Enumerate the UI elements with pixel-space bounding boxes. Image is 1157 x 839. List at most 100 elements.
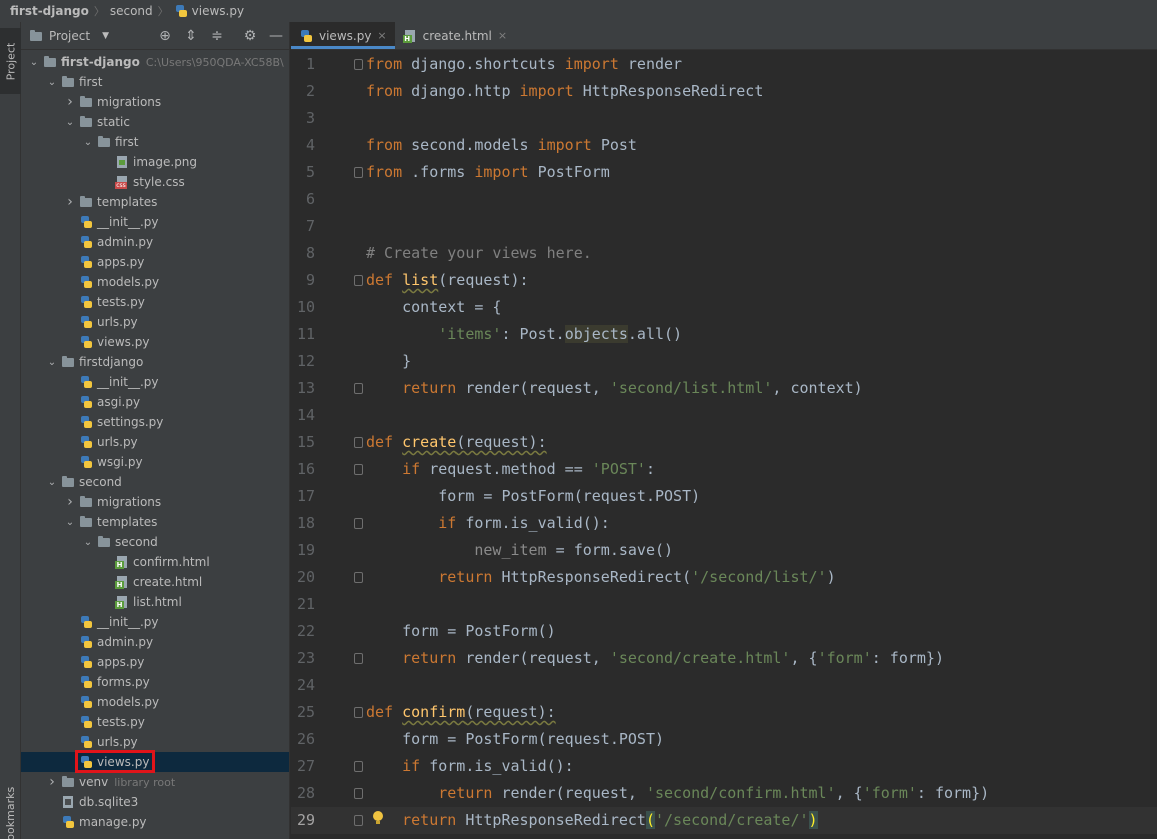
fold-marker-icon[interactable] <box>354 437 363 448</box>
fold-marker-icon[interactable] <box>354 788 363 799</box>
tree-item[interactable]: tests.py <box>21 712 289 732</box>
tree-item[interactable]: list.html <box>21 592 289 612</box>
code-line[interactable]: 19 new_item = form.save() <box>291 537 1157 564</box>
gear-icon[interactable]: ⚙ <box>241 27 259 45</box>
chevron-right-icon[interactable]: › <box>63 494 77 510</box>
tree-item[interactable]: urls.py <box>21 312 289 332</box>
chevron-down-icon[interactable]: ⌄ <box>63 117 77 128</box>
breadcrumb-folder[interactable]: second <box>110 4 153 18</box>
tree-item[interactable]: ⌄ second <box>21 472 289 492</box>
tree-item[interactable]: __init__.py <box>21 372 289 392</box>
code-line[interactable]: 26 form = PostForm(request.POST) <box>291 726 1157 753</box>
tree-item[interactable]: db.sqlite3 <box>21 792 289 812</box>
tree-item[interactable]: image.png <box>21 152 289 172</box>
code-line[interactable]: 7 <box>291 213 1157 240</box>
code-line[interactable]: 2 from django.http import HttpResponseRed… <box>291 78 1157 105</box>
tree-item[interactable]: urls.py <box>21 432 289 452</box>
chevron-down-icon[interactable]: ⌄ <box>45 357 59 368</box>
tree-item[interactable]: ⌄ second <box>21 532 289 552</box>
code-editor[interactable]: 1 from django.shortcuts import render 2 fro… <box>291 51 1157 839</box>
code-line[interactable]: 28 return render(request, 'second/confir… <box>291 780 1157 807</box>
project-view-selector[interactable]: Project <box>49 29 90 43</box>
tree-item[interactable]: settings.py <box>21 412 289 432</box>
tree-item[interactable]: › venv library root <box>21 772 289 792</box>
chevron-right-icon[interactable]: › <box>63 194 77 210</box>
tree-item[interactable]: models.py <box>21 692 289 712</box>
tree-item[interactable]: __init__.py <box>21 212 289 232</box>
expand-all-icon[interactable]: ⇕ <box>182 27 200 45</box>
code-line[interactable]: 21 <box>291 591 1157 618</box>
fold-marker-icon[interactable] <box>354 167 363 178</box>
tree-item[interactable]: ⌄ first <box>21 72 289 92</box>
tree-item[interactable]: › migrations <box>21 492 289 512</box>
fold-marker-icon[interactable] <box>354 761 363 772</box>
close-icon[interactable]: × <box>377 29 386 42</box>
tree-item[interactable]: __init__.py <box>21 612 289 632</box>
tree-item[interactable]: views.py <box>21 752 289 772</box>
fold-marker-icon[interactable] <box>354 59 363 70</box>
code-line[interactable]: 4 from second.models import Post <box>291 132 1157 159</box>
fold-marker-icon[interactable] <box>354 383 363 394</box>
code-line[interactable]: 8 # Create your views here. <box>291 240 1157 267</box>
tree-item[interactable]: ⌄ first-django C:\Users\950QDA-XC58B\ <box>21 52 289 72</box>
fold-marker-icon[interactable] <box>354 275 363 286</box>
tree-item[interactable]: models.py <box>21 272 289 292</box>
tree-item[interactable]: › templates <box>21 192 289 212</box>
breadcrumb-file[interactable]: views.py <box>192 4 244 18</box>
tree-item[interactable]: ⌄ templates <box>21 512 289 532</box>
tree-item[interactable]: › migrations <box>21 92 289 112</box>
editor-tab[interactable]: create.html × <box>395 22 515 49</box>
tree-item[interactable]: asgi.py <box>21 392 289 412</box>
fold-marker-icon[interactable] <box>354 572 363 583</box>
tree-item[interactable]: manage.py <box>21 812 289 832</box>
chevron-down-icon[interactable]: ⌄ <box>81 537 95 548</box>
code-line[interactable]: 6 <box>291 186 1157 213</box>
tree-item[interactable]: wsgi.py <box>21 452 289 472</box>
fold-marker-icon[interactable] <box>354 815 363 826</box>
tree-item[interactable]: admin.py <box>21 232 289 252</box>
tree-item[interactable]: create.html <box>21 572 289 592</box>
code-line[interactable]: 1 from django.shortcuts import render <box>291 51 1157 78</box>
code-line[interactable]: 27 if form.is_valid(): <box>291 753 1157 780</box>
tree-item[interactable]: urls.py <box>21 732 289 752</box>
tree-item[interactable]: ⌄ firstdjango <box>21 352 289 372</box>
chevron-right-icon[interactable]: › <box>63 94 77 110</box>
chevron-down-icon[interactable]: ⌄ <box>45 77 59 88</box>
code-line[interactable]: 23 return render(request, 'second/create… <box>291 645 1157 672</box>
code-line[interactable]: 13 return render(request, 'second/list.h… <box>291 375 1157 402</box>
collapse-all-icon[interactable]: ≑ <box>208 27 226 45</box>
breadcrumb-project[interactable]: first-django <box>10 4 89 18</box>
locate-file-icon[interactable]: ⊕ <box>156 27 174 45</box>
code-line[interactable]: 25 def confirm(request): <box>291 699 1157 726</box>
code-line[interactable]: 15 def create(request): <box>291 429 1157 456</box>
code-line[interactable]: 14 <box>291 402 1157 429</box>
chevron-right-icon[interactable]: › <box>45 774 59 790</box>
editor-tab[interactable]: views.py × <box>291 22 395 49</box>
code-line[interactable]: 18 if form.is_valid(): <box>291 510 1157 537</box>
chevron-down-icon[interactable]: ⌄ <box>45 477 59 488</box>
tree-item[interactable]: apps.py <box>21 252 289 272</box>
hide-panel-icon[interactable]: — <box>267 27 285 45</box>
tree-item[interactable]: ⌄ static <box>21 112 289 132</box>
code-line[interactable]: 3 <box>291 105 1157 132</box>
chevron-down-icon[interactable]: ⌄ <box>27 57 41 68</box>
code-line[interactable]: 11 'items': Post.objects.all() <box>291 321 1157 348</box>
tree-item[interactable]: style.css <box>21 172 289 192</box>
code-line[interactable]: 10 context = { <box>291 294 1157 321</box>
code-line[interactable]: 22 form = PostForm() <box>291 618 1157 645</box>
tree-item[interactable]: admin.py <box>21 632 289 652</box>
fold-marker-icon[interactable] <box>354 653 363 664</box>
code-line[interactable]: 20 return HttpResponseRedirect('/second/… <box>291 564 1157 591</box>
chevron-down-icon[interactable]: ▼ <box>102 31 109 41</box>
code-line[interactable]: 12 } <box>291 348 1157 375</box>
code-line[interactable]: 24 <box>291 672 1157 699</box>
project-tool-window-tab[interactable]: Project <box>0 28 21 94</box>
tree-item[interactable]: forms.py <box>21 672 289 692</box>
fold-marker-icon[interactable] <box>354 518 363 529</box>
code-line[interactable]: 9 def list(request): <box>291 267 1157 294</box>
close-icon[interactable]: × <box>498 29 507 42</box>
tree-item[interactable]: ⌄ first <box>21 132 289 152</box>
chevron-down-icon[interactable]: ⌄ <box>63 517 77 528</box>
tree-item[interactable]: apps.py <box>21 652 289 672</box>
tree-item[interactable]: confirm.html <box>21 552 289 572</box>
